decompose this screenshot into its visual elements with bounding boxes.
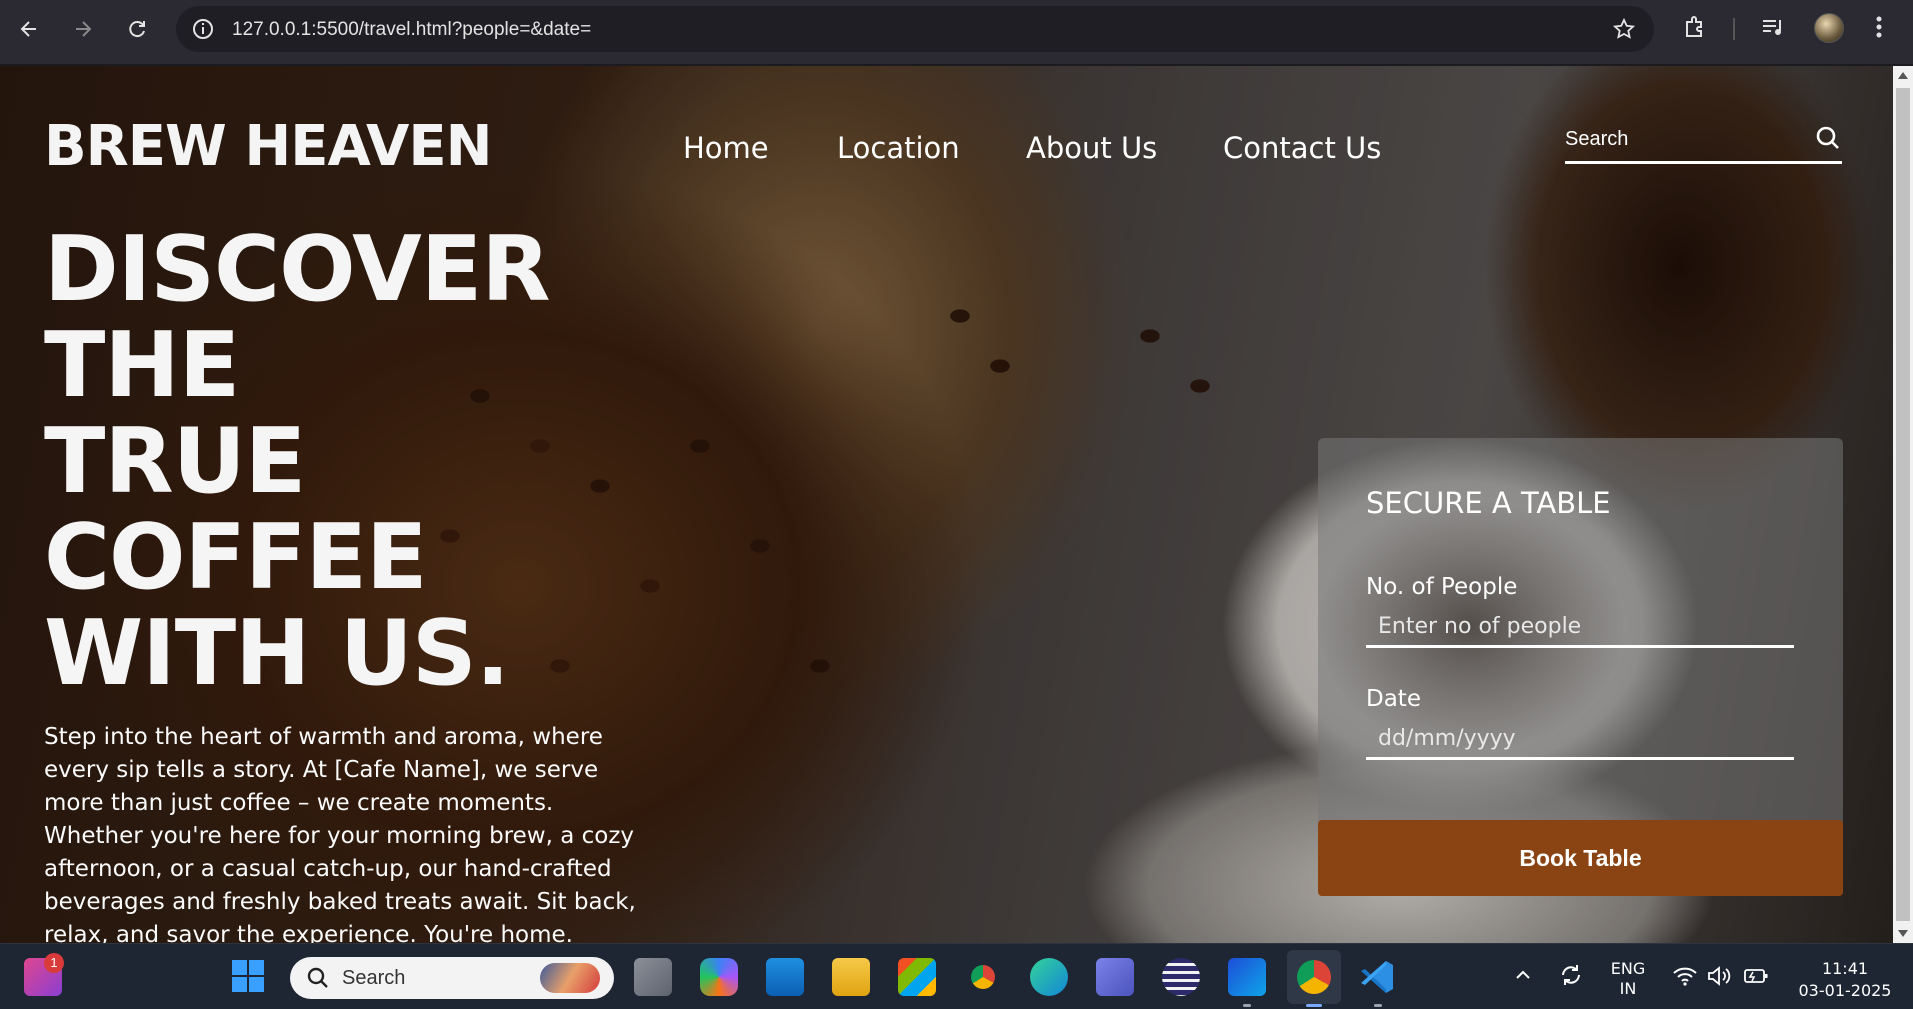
search-highlight-icon — [540, 963, 600, 993]
hero-line: WITH US. — [44, 601, 510, 706]
sync-icon[interactable] — [1558, 962, 1584, 988]
brand-logo[interactable]: BREW HEAVEN — [44, 114, 492, 179]
scroll-down-icon[interactable] — [1898, 930, 1908, 937]
scroll-up-icon[interactable] — [1898, 72, 1908, 79]
chrome-profile-icon — [1297, 960, 1331, 994]
running-app-indicator — [1243, 1004, 1251, 1007]
hero-line: DISCOVER — [44, 217, 551, 322]
notification-badge: 1 — [44, 953, 64, 973]
language-code: ENG — [1610, 959, 1646, 978]
date-input[interactable]: dd/mm/yyyy — [1366, 720, 1794, 760]
language-indicator[interactable]: ENG IN — [1608, 959, 1648, 999]
nav-home[interactable]: Home — [683, 131, 769, 165]
nav-about-us[interactable]: About Us — [1026, 131, 1157, 165]
chrome-active-tab[interactable] — [1287, 950, 1341, 1004]
taskbar-search-placeholder: Search — [342, 967, 406, 989]
taskbar-search-icon — [307, 967, 328, 988]
nav-location[interactable]: Location — [837, 131, 960, 165]
mail-icon[interactable] — [766, 958, 804, 996]
toolbar-divider — [1733, 18, 1735, 40]
running-app-indicator — [1374, 1004, 1382, 1007]
battery-icon[interactable] — [1742, 964, 1770, 988]
media-control-icon[interactable] — [1760, 14, 1786, 44]
hero-heading: DISCOVER THE TRUE COFFEE WITH US. — [44, 217, 551, 706]
microsoft-store-icon[interactable] — [898, 958, 936, 996]
bookmark-star-icon[interactable] — [1612, 17, 1636, 45]
forward-icon[interactable] — [68, 14, 98, 44]
edge-icon[interactable] — [1030, 958, 1068, 996]
eclipse-icon[interactable] — [1162, 958, 1200, 996]
hero-line: TRUE — [44, 409, 306, 514]
clock-date: 03-01-2025 — [1798, 981, 1892, 1000]
clock-time: 11:41 — [1821, 959, 1869, 978]
menu-kebab-icon[interactable] — [1872, 14, 1886, 44]
webstorm-icon[interactable] — [1228, 958, 1266, 996]
windows-taskbar: 1 Search ENG IN 11:41 03-01-2025 — [0, 943, 1913, 1009]
booking-title: SECURE A TABLE — [1366, 486, 1611, 520]
nav-contact-us[interactable]: Contact Us — [1223, 131, 1381, 165]
hero-paragraph: Step into the heart of warmth and aroma,… — [44, 724, 636, 943]
search-placeholder: Search — [1565, 128, 1629, 150]
clock[interactable]: 11:41 03-01-2025 — [1790, 958, 1900, 1002]
date-label: Date — [1366, 686, 1421, 712]
reload-icon[interactable] — [122, 14, 152, 44]
region-code: IN — [1619, 979, 1637, 998]
hero-line: THE — [44, 313, 240, 418]
volume-icon[interactable] — [1706, 964, 1732, 988]
search-icon[interactable] — [1814, 124, 1842, 156]
people-input[interactable]: Enter no of people — [1366, 608, 1794, 648]
wifi-icon[interactable] — [1672, 964, 1698, 988]
back-icon[interactable] — [14, 14, 44, 44]
address-bar[interactable]: 127.0.0.1:5500/travel.html?people=&date= — [176, 6, 1654, 52]
people-label: No. of People — [1366, 574, 1518, 600]
scroll-thumb[interactable] — [1896, 88, 1910, 921]
active-app-indicator — [1306, 1004, 1322, 1007]
book-table-button[interactable]: Book Table — [1318, 820, 1843, 896]
people-placeholder: Enter no of people — [1378, 614, 1582, 639]
vscode-icon[interactable] — [1358, 958, 1396, 996]
extensions-icon[interactable] — [1682, 14, 1708, 44]
task-view-icon[interactable] — [634, 958, 672, 996]
teams-icon[interactable] — [1096, 958, 1134, 996]
windows-start-icon[interactable] — [230, 958, 266, 994]
chevron-up-icon[interactable] — [1512, 964, 1534, 986]
site-info-icon[interactable] — [192, 18, 214, 44]
browser-toolbar: 127.0.0.1:5500/travel.html?people=&date= — [0, 0, 1913, 65]
chrome-icon[interactable] — [964, 958, 1002, 996]
url-text[interactable]: 127.0.0.1:5500/travel.html?people=&date= — [232, 19, 591, 41]
page-viewport: BREW HEAVEN Home Location About Us Conta… — [0, 66, 1893, 943]
hero-line: COFFEE — [44, 505, 427, 610]
site-search-input[interactable]: Search — [1565, 118, 1842, 164]
file-explorer-icon[interactable] — [832, 958, 870, 996]
profile-avatar[interactable] — [1814, 13, 1844, 43]
taskbar-search[interactable]: Search — [290, 957, 614, 999]
page-scrollbar[interactable] — [1893, 66, 1913, 943]
copilot-icon[interactable] — [700, 958, 738, 996]
date-placeholder: dd/mm/yyyy — [1378, 726, 1516, 751]
